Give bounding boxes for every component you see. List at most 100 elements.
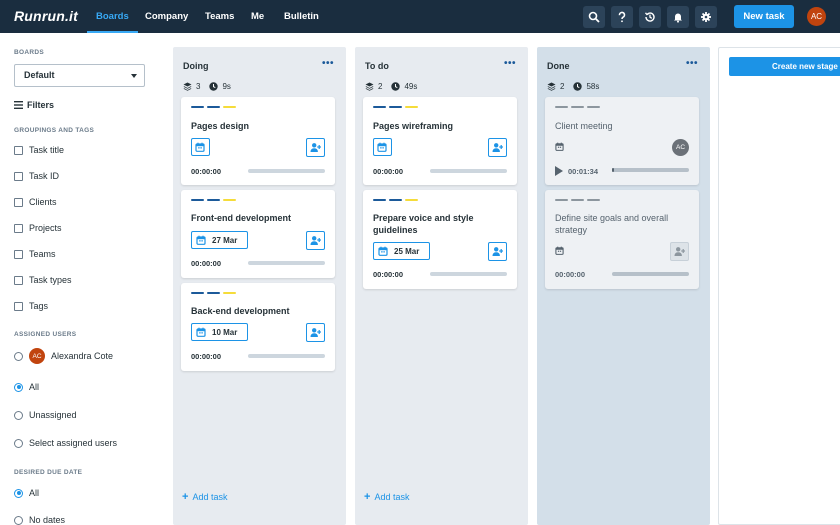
grouping-teams[interactable]: Teams: [14, 249, 56, 259]
checkbox[interactable]: [14, 145, 23, 155]
help-icon[interactable]: [611, 6, 633, 28]
assign-user-button[interactable]: [670, 242, 689, 261]
radio-button[interactable]: [14, 438, 23, 448]
radio-button[interactable]: [14, 488, 23, 498]
column-stats: 3 9s: [183, 82, 231, 91]
checkbox[interactable]: [14, 301, 23, 311]
more-options-icon[interactable]: •••: [504, 59, 516, 69]
due-date: 25 Mar: [394, 246, 420, 256]
more-options-icon[interactable]: •••: [322, 59, 334, 69]
grouping-task-title[interactable]: Task title: [14, 145, 64, 155]
task-title[interactable]: Define site goals and overall strategy: [555, 212, 689, 236]
task-timer[interactable]: 00:01:34: [555, 166, 598, 176]
assignee-avatar[interactable]: AC: [672, 139, 689, 156]
task-card-front-end-development[interactable]: Front-end development 27 Mar 00:00:00: [181, 190, 335, 278]
grouping-projects[interactable]: Projects: [14, 223, 62, 233]
nav-boards[interactable]: Boards: [87, 0, 138, 33]
task-timer: 00:00:00: [191, 167, 222, 176]
task-title[interactable]: Pages wireframing: [373, 120, 507, 132]
task-count: 2: [560, 82, 565, 91]
column-time: 58s: [586, 82, 600, 91]
checkbox[interactable]: [14, 275, 23, 285]
task-card-define-site-goals[interactable]: Define site goals and overall strategy 0…: [545, 190, 699, 289]
assigned-user-option[interactable]: AC Alexandra Cote: [14, 348, 113, 364]
create-stage-column: Create new stage: [718, 47, 840, 525]
play-icon[interactable]: [555, 166, 563, 176]
due-date-button[interactable]: [191, 138, 210, 156]
nav-teams[interactable]: Teams: [205, 0, 234, 33]
radio-button[interactable]: [14, 515, 23, 525]
nav-company[interactable]: Company: [145, 0, 188, 33]
history-icon[interactable]: [639, 6, 661, 28]
user-avatar[interactable]: AC: [807, 7, 826, 26]
groupings-section-title: GROUPINGS AND TAGS: [14, 127, 95, 134]
assign-user-button[interactable]: [488, 242, 507, 261]
task-card-client-meeting[interactable]: Client meeting AC 00:01:34: [545, 97, 699, 185]
grouping-label: Tags: [29, 301, 49, 311]
checkbox[interactable]: [14, 171, 23, 181]
calendar-icon[interactable]: [555, 246, 564, 255]
create-new-stage-button[interactable]: Create new stage: [729, 57, 840, 76]
more-options-icon[interactable]: •••: [686, 59, 698, 69]
task-title[interactable]: Pages design: [191, 120, 325, 132]
board-select[interactable]: Default: [14, 64, 145, 87]
runrunit-logo[interactable]: Runrun.it: [14, 8, 78, 24]
radio-button[interactable]: [14, 410, 23, 420]
task-timer: 00:00:00: [191, 352, 222, 361]
task-progress-bar: [248, 261, 325, 265]
column-time: 9s: [222, 82, 231, 91]
nav-bulletin[interactable]: Bulletin: [284, 0, 319, 33]
boards-section-title: BOARDS: [14, 49, 44, 56]
assigned-option-all[interactable]: All: [14, 382, 39, 392]
grouping-tags[interactable]: Tags: [14, 301, 48, 311]
calendar-icon: [196, 327, 206, 337]
assign-user-button[interactable]: [306, 323, 325, 342]
grouping-task-types[interactable]: Task types: [14, 275, 72, 285]
task-card-pages-wireframing[interactable]: Pages wireframing 00:00:00: [363, 97, 517, 185]
new-task-button[interactable]: New task: [734, 5, 794, 28]
due-date-button[interactable]: 25 Mar: [373, 242, 431, 260]
task-title[interactable]: Back-end development: [191, 305, 325, 317]
bell-icon[interactable]: [667, 6, 689, 28]
radio-button[interactable]: [14, 382, 23, 392]
radio-button[interactable]: [14, 351, 23, 361]
assign-user-button[interactable]: [306, 138, 325, 157]
add-task-button[interactable]: + Add task: [364, 491, 409, 503]
calendar-icon: [196, 235, 206, 245]
column-done: Done ••• 2 58s Client meeting AC 00:01:3…: [537, 47, 710, 525]
task-title[interactable]: Prepare voice and style guidelines: [373, 212, 507, 236]
option-label: No dates: [29, 515, 66, 525]
assign-user-button[interactable]: [306, 231, 325, 250]
nav-me[interactable]: Me: [251, 0, 264, 33]
task-title[interactable]: Client meeting: [555, 120, 689, 132]
assigned-option-unassigned[interactable]: Unassigned: [14, 410, 77, 420]
task-card-pages-design[interactable]: Pages design 00:00:00: [181, 97, 335, 185]
add-user-icon: [492, 142, 503, 153]
checkbox[interactable]: [14, 223, 23, 233]
due-date: 10 Mar: [212, 327, 238, 337]
column-stats: 2 49s: [365, 82, 417, 91]
chevron-down-icon: [131, 74, 137, 78]
calendar-icon[interactable]: [555, 142, 564, 151]
due-option-no-dates[interactable]: No dates: [14, 515, 65, 525]
assign-user-button[interactable]: [488, 138, 507, 157]
list-icon: [14, 101, 23, 109]
assigned-option-select[interactable]: Select assigned users: [14, 438, 117, 448]
grouping-clients[interactable]: Clients: [14, 197, 57, 207]
filters-toggle[interactable]: Filters: [14, 100, 54, 110]
task-title[interactable]: Front-end development: [191, 212, 325, 224]
due-date-button[interactable]: 27 Mar: [191, 231, 249, 249]
gear-icon[interactable]: [695, 6, 717, 28]
due-date-button[interactable]: 10 Mar: [191, 323, 249, 341]
task-card-back-end-development[interactable]: Back-end development 10 Mar 00:00:00: [181, 283, 335, 371]
due-date-button[interactable]: [373, 138, 392, 156]
search-icon[interactable]: [583, 6, 605, 28]
task-stage-bars: [191, 292, 239, 294]
task-card-prepare-voice-guidelines[interactable]: Prepare voice and style guidelines 25 Ma…: [363, 190, 517, 289]
add-task-label: Add task: [374, 492, 410, 502]
checkbox[interactable]: [14, 249, 23, 259]
due-option-all[interactable]: All: [14, 488, 39, 498]
checkbox[interactable]: [14, 197, 23, 207]
add-task-button[interactable]: + Add task: [182, 491, 227, 503]
grouping-task-id[interactable]: Task ID: [14, 171, 59, 181]
